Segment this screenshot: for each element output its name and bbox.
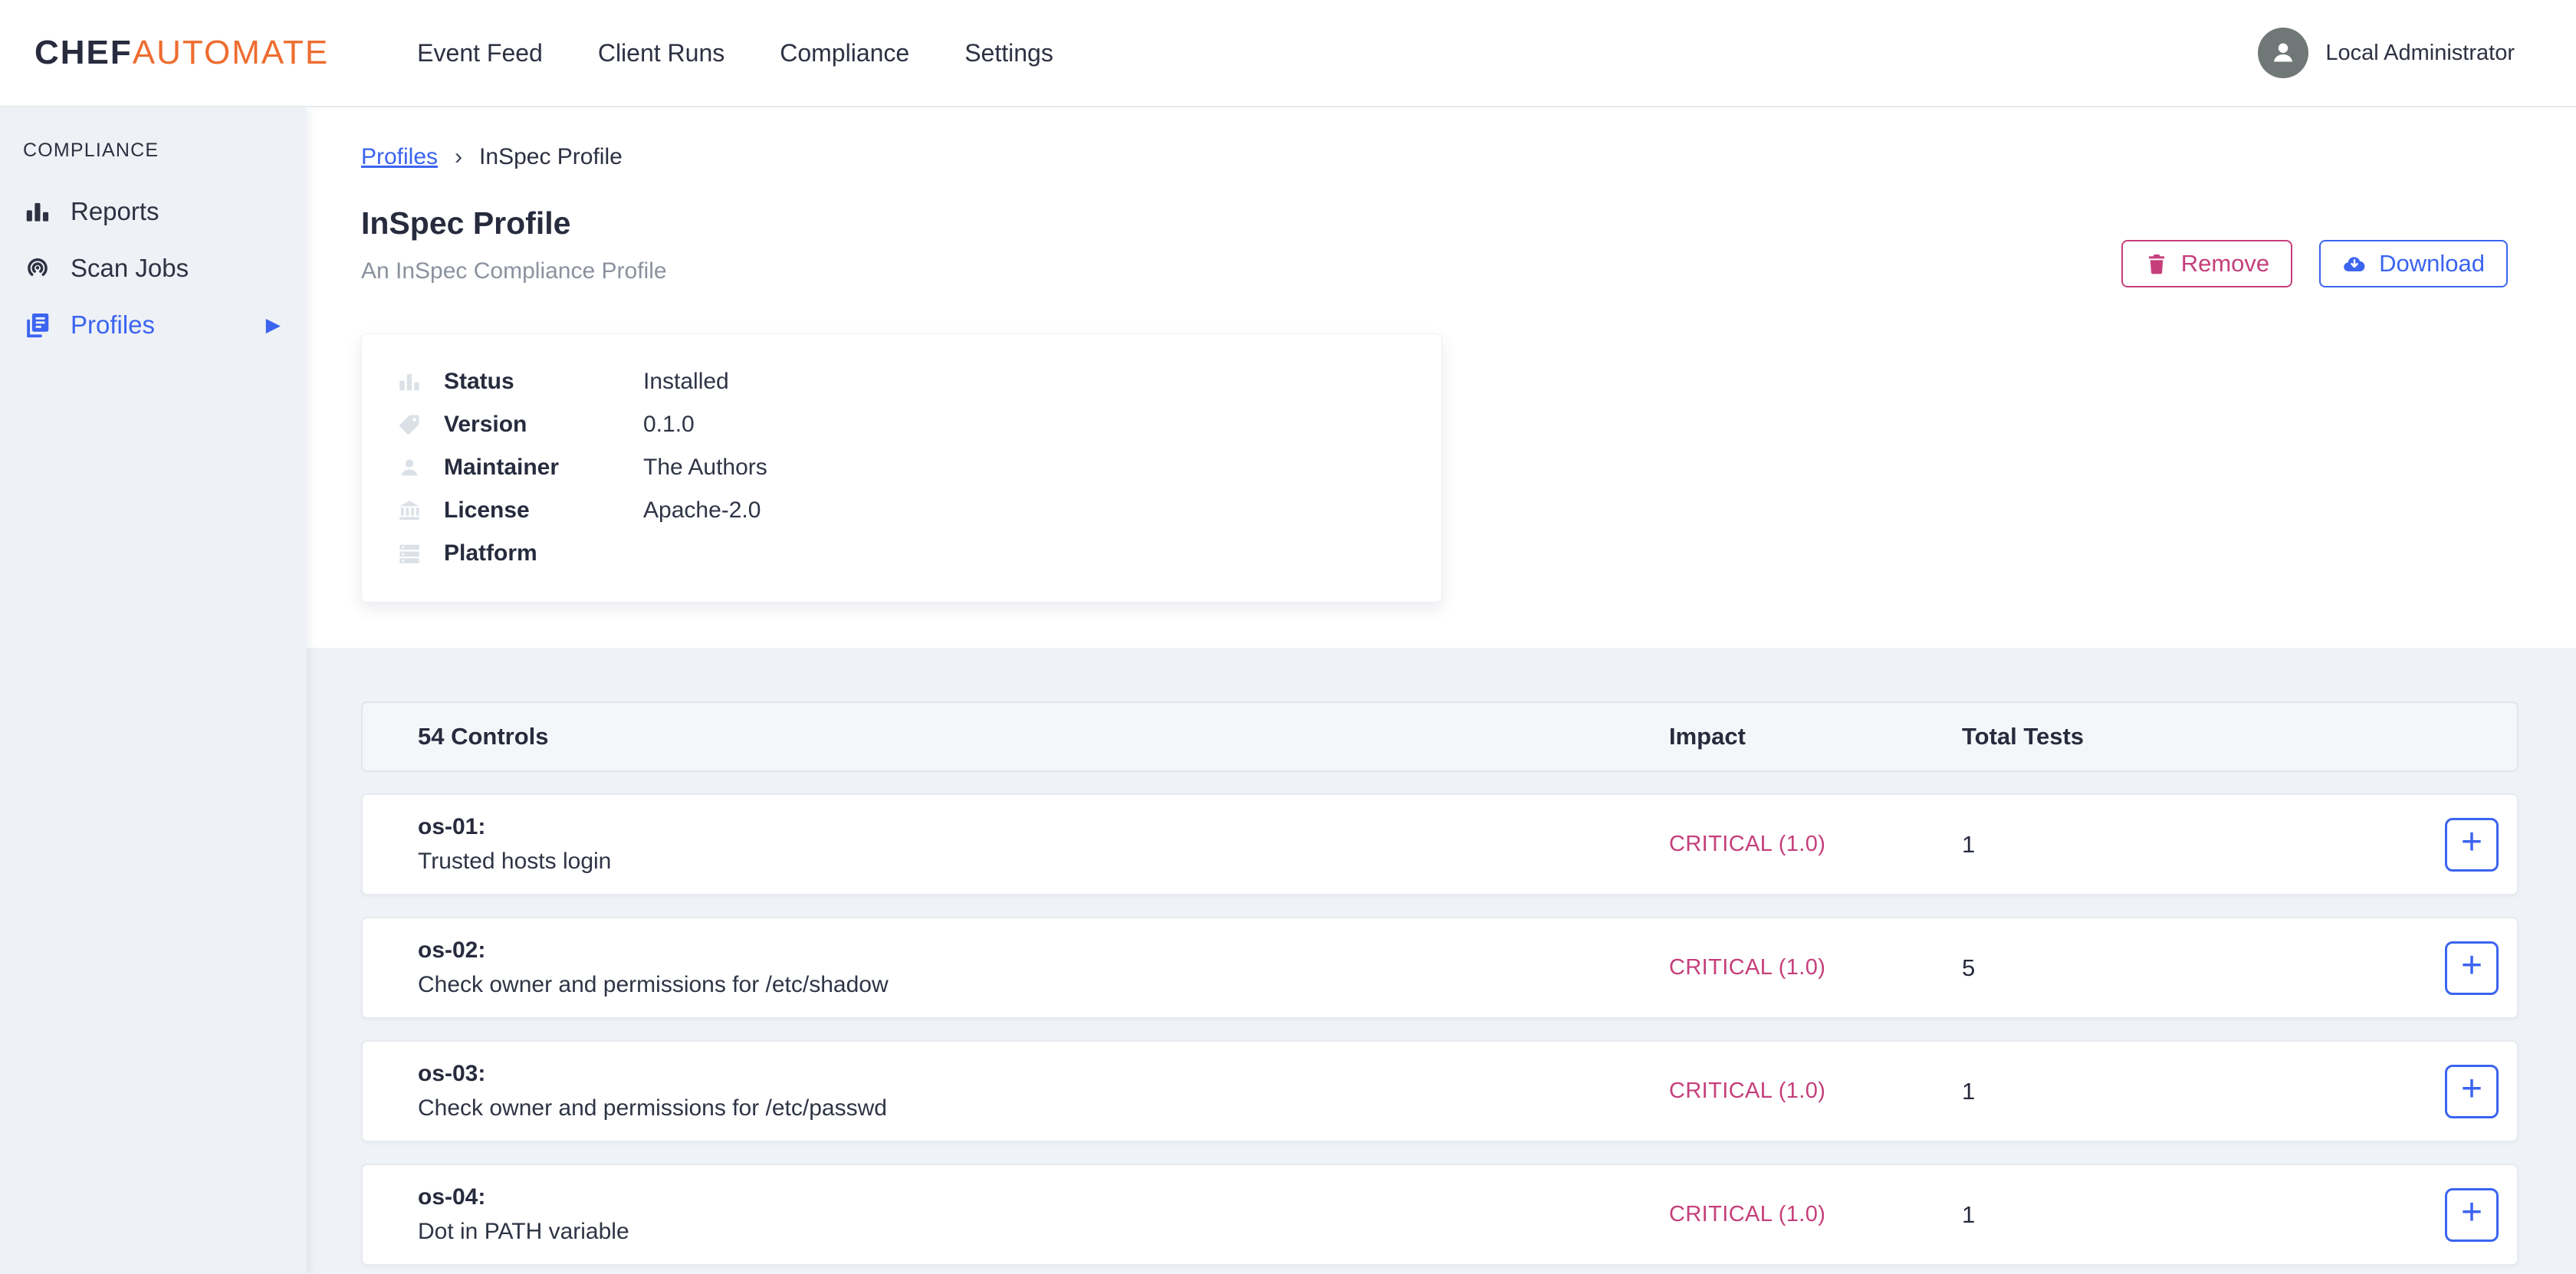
bar-chart-icon xyxy=(396,368,424,396)
breadcrumb: Profiles › InSpec Profile xyxy=(361,146,2576,169)
total-tests: 1 xyxy=(1962,1078,2426,1105)
detail-row-platform: Platform xyxy=(396,532,1441,575)
detail-row-version: Version 0.1.0 xyxy=(396,403,1441,446)
detail-row-status: Status Installed xyxy=(396,360,1441,403)
table-row: os-01: Trusted hosts login CRITICAL (1.0… xyxy=(361,793,2518,895)
total-tests: 1 xyxy=(1962,831,2426,859)
breadcrumb-current: InSpec Profile xyxy=(479,146,623,169)
control-name: Check owner and permissions for /etc/pas… xyxy=(418,1095,1669,1121)
page-title: InSpec Profile xyxy=(361,207,2576,240)
remove-button-label: Remove xyxy=(2181,250,2269,277)
table-header: 54 Controls Impact Total Tests xyxy=(361,701,2518,772)
expand-control-button[interactable]: + xyxy=(2445,941,2499,995)
expand-control-button[interactable]: + xyxy=(2445,1065,2499,1118)
trash-icon xyxy=(2144,251,2169,276)
plus-icon: + xyxy=(2461,947,2482,984)
sidebar-item-scan-jobs[interactable]: Scan Jobs xyxy=(0,240,307,297)
avatar xyxy=(2258,28,2308,78)
column-header-impact: Impact xyxy=(1669,723,1962,750)
user-name: Local Administrator xyxy=(2325,41,2515,66)
profile-details-card: Status Installed Version 0.1.0 Maintaine… xyxy=(361,333,1442,603)
impact-badge: CRITICAL (1.0) xyxy=(1669,1079,1962,1104)
radar-icon xyxy=(23,253,54,284)
table-row: os-02: Check owner and permissions for /… xyxy=(361,917,2518,1019)
detail-value: 0.1.0 xyxy=(643,412,695,438)
plus-icon: + xyxy=(2461,1194,2482,1231)
controls-table: 54 Controls Impact Total Tests os-01: Tr… xyxy=(361,701,2518,1266)
expand-control-button[interactable]: + xyxy=(2445,1188,2499,1242)
nav-compliance[interactable]: Compliance xyxy=(780,39,909,67)
sidebar-section-label: COMPLIANCE xyxy=(23,140,307,162)
bar-chart-icon xyxy=(23,196,54,227)
main-content: Profiles › InSpec Profile InSpec Profile… xyxy=(307,107,2576,1274)
total-tests: 1 xyxy=(1962,1201,2426,1229)
download-button[interactable]: Download xyxy=(2319,240,2508,287)
person-icon xyxy=(396,454,424,481)
sidebar: COMPLIANCE Reports Scan Jobs xyxy=(0,107,307,1274)
detail-label: Status xyxy=(444,369,643,395)
profile-actions: Remove Download xyxy=(2121,240,2508,287)
cloud-download-icon xyxy=(2342,251,2367,276)
logo-automate: AUTOMATE xyxy=(133,34,329,71)
detail-value: Apache-2.0 xyxy=(643,497,761,524)
expand-control-button[interactable]: + xyxy=(2445,818,2499,872)
user-menu[interactable]: Local Administrator xyxy=(2258,28,2515,78)
control-name: Dot in PATH variable xyxy=(418,1219,1669,1245)
control-name: Trusted hosts login xyxy=(418,849,1669,875)
control-id: os-02: xyxy=(418,937,1669,964)
download-button-label: Download xyxy=(2379,250,2485,277)
detail-label: Maintainer xyxy=(444,455,643,481)
app-logo[interactable]: CHEFAUTOMATE xyxy=(34,34,329,72)
breadcrumb-profiles-link[interactable]: Profiles xyxy=(361,146,438,169)
control-name: Check owner and permissions for /etc/sha… xyxy=(418,972,1669,998)
sidebar-item-label: Scan Jobs xyxy=(71,254,189,283)
controls-section: 54 Controls Impact Total Tests os-01: Tr… xyxy=(307,648,2576,1274)
nav-client-runs[interactable]: Client Runs xyxy=(598,39,724,67)
bank-icon xyxy=(396,497,424,524)
person-icon xyxy=(2266,36,2300,70)
main-nav: Event Feed Client Runs Compliance Settin… xyxy=(417,39,1053,67)
impact-badge: CRITICAL (1.0) xyxy=(1669,1202,1962,1227)
sidebar-item-profiles[interactable]: Profiles ▶ xyxy=(0,297,307,353)
tag-icon xyxy=(396,411,424,438)
detail-row-license: License Apache-2.0 xyxy=(396,489,1441,532)
detail-row-maintainer: Maintainer The Authors xyxy=(396,446,1441,489)
submenu-arrow-icon[interactable]: ▶ xyxy=(266,314,281,337)
control-id: os-03: xyxy=(418,1061,1669,1087)
nav-settings[interactable]: Settings xyxy=(964,39,1053,67)
column-header-controls: 54 Controls xyxy=(418,723,1669,750)
impact-badge: CRITICAL (1.0) xyxy=(1669,955,1962,980)
detail-value: Installed xyxy=(643,369,729,395)
plus-icon: + xyxy=(2461,824,2482,861)
remove-button[interactable]: Remove xyxy=(2121,240,2292,287)
detail-label: Platform xyxy=(444,540,643,566)
documents-icon xyxy=(23,310,54,340)
table-row: os-04: Dot in PATH variable CRITICAL (1.… xyxy=(361,1164,2518,1266)
sidebar-item-label: Profiles xyxy=(71,310,155,340)
control-id: os-04: xyxy=(418,1184,1669,1210)
impact-badge: CRITICAL (1.0) xyxy=(1669,832,1962,857)
server-icon xyxy=(396,540,424,567)
profile-header-section: Profiles › InSpec Profile InSpec Profile… xyxy=(307,107,2576,648)
sidebar-item-label: Reports xyxy=(71,197,159,226)
detail-label: License xyxy=(444,497,643,524)
top-nav: CHEFAUTOMATE Event Feed Client Runs Comp… xyxy=(0,0,2576,107)
logo-chef: CHEF xyxy=(34,34,133,71)
table-row: os-03: Check owner and permissions for /… xyxy=(361,1040,2518,1142)
chevron-right-icon: › xyxy=(455,146,462,169)
detail-value: The Authors xyxy=(643,455,767,481)
control-id: os-01: xyxy=(418,814,1669,840)
detail-label: Version xyxy=(444,412,643,438)
column-header-total-tests: Total Tests xyxy=(1962,723,2426,750)
nav-event-feed[interactable]: Event Feed xyxy=(417,39,543,67)
plus-icon: + xyxy=(2461,1071,2482,1108)
total-tests: 5 xyxy=(1962,954,2426,982)
sidebar-item-reports[interactable]: Reports xyxy=(0,183,307,240)
